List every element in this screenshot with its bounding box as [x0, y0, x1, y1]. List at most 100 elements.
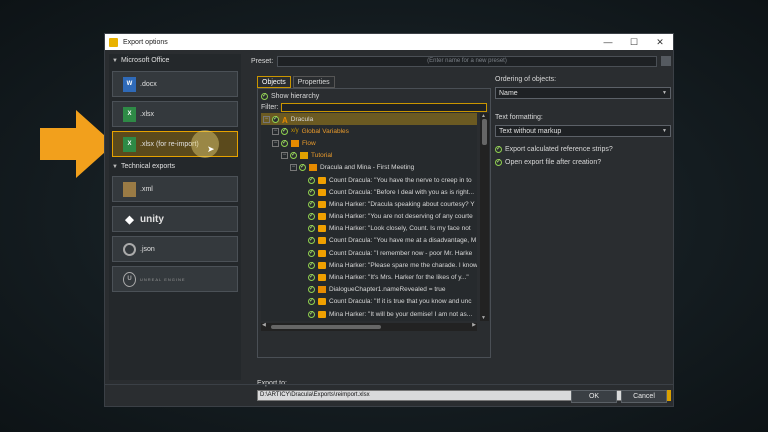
tree-item[interactable]: Mina Harker: "It will be your demise! I … [261, 308, 477, 320]
text-formatting-dropdown[interactable]: Text without markup ▼ [495, 125, 671, 137]
export-docx-button[interactable]: W .docx [112, 71, 238, 97]
checkbox-icon[interactable] [308, 212, 315, 221]
tree-item-label: Mina Harker: "Dracula speaking about cou… [329, 200, 475, 208]
checkbox-icon[interactable] [308, 285, 315, 294]
section-microsoft-office[interactable]: ▼ Microsoft Office [109, 54, 241, 67]
close-button[interactable]: ✕ [647, 37, 673, 48]
checkbox-icon[interactable] [290, 151, 297, 160]
export-unity-button[interactable]: ◆ unity [112, 206, 238, 232]
ordering-label: Ordering of objects: [495, 76, 557, 83]
checkbox-icon[interactable] [308, 200, 315, 208]
export-button-label: .json [140, 245, 155, 253]
word-icon: W [123, 76, 136, 92]
tree-item[interactable]: − x/yGlobal Variables [261, 125, 477, 137]
bubble-icon [318, 298, 326, 306]
checkbox-icon[interactable] [308, 236, 315, 245]
open-after-creation-checkbox[interactable]: Open export file after creation? [495, 156, 671, 169]
minimize-button[interactable]: — [595, 37, 621, 47]
scroll-right-icon[interactable]: ▶ [472, 322, 476, 328]
checkbox-icon[interactable] [308, 249, 315, 257]
window-title: Export options [123, 38, 168, 46]
tree-item-label: Count Dracula: "I remember now - poor Mr… [329, 249, 473, 257]
export-type-panel: ▼ Microsoft Office W .docx X .xlsx X .xl… [109, 54, 241, 380]
tree-item[interactable]: Mina Harker: "Dracula speaking about cou… [261, 198, 477, 210]
formatting-label: Text formatting: [495, 114, 543, 121]
export-xlsx-button[interactable]: X .xlsx [112, 101, 238, 127]
scroll-down-icon[interactable]: ▼ [481, 315, 486, 321]
xml-icon [123, 181, 136, 197]
checkbox-icon[interactable] [272, 115, 279, 123]
bubble-icon [318, 225, 326, 233]
cancel-button[interactable]: Cancel [621, 390, 667, 403]
expand-toggle-icon[interactable]: − [263, 115, 270, 123]
expand-toggle-icon[interactable]: − [272, 127, 279, 135]
save-preset-icon[interactable] [661, 56, 671, 66]
checkbox-icon[interactable] [308, 297, 315, 306]
tree-item[interactable]: Count Dracula: "If it is true that you k… [261, 296, 477, 308]
tree-item[interactable]: Mina Harker: "It's Mrs. Harker for the l… [261, 271, 477, 283]
checkbox-icon[interactable] [281, 127, 288, 135]
tree-item[interactable]: Count Dracula: "You have the nerve to cr… [261, 174, 477, 186]
expand-toggle-icon[interactable]: − [290, 164, 297, 172]
dialog-footer: OK Cancel [105, 384, 673, 406]
checkbox-icon[interactable] [308, 261, 315, 269]
checkbox-icon[interactable] [308, 273, 315, 282]
checkbox-icon[interactable] [308, 224, 315, 233]
dropdown-value: Name [499, 89, 518, 97]
tree-item[interactable]: Count Dracula: "Before I deal with you a… [261, 186, 477, 198]
tree-item[interactable]: DialogueChapter1.nameRevealed = true [261, 284, 477, 296]
bubble-icon [318, 249, 326, 257]
tree-horizontal-scrollbar[interactable]: ◀ ▶ [261, 322, 477, 331]
export-reference-strips-checkbox[interactable]: Export calculated reference strips? [495, 143, 671, 156]
preset-input[interactable]: (Enter name for a new preset) [277, 55, 657, 67]
scroll-thumb[interactable] [482, 119, 487, 145]
tree-item-label: Count Dracula: "Before I deal with you a… [329, 188, 475, 196]
collapse-icon: ▼ [112, 57, 118, 64]
checkbox-icon[interactable] [281, 139, 288, 147]
export-unreal-button[interactable]: U UNREAL ENGINE [112, 266, 238, 292]
tab-properties[interactable]: Properties [292, 76, 335, 88]
bubble-icon [318, 188, 326, 196]
bubble-icon [318, 310, 326, 318]
tree-item[interactable]: − Flow [261, 137, 477, 149]
tree-item-label: Mina Harker: "It will be your demise! I … [329, 310, 473, 318]
tree-vertical-scrollbar[interactable]: ▲ ▼ [480, 113, 489, 321]
checkbox-icon[interactable] [308, 310, 315, 318]
export-xml-button[interactable]: .xml [112, 176, 238, 202]
expand-toggle-icon[interactable]: − [272, 139, 279, 147]
ordering-dropdown[interactable]: Name ▼ [495, 87, 671, 99]
checkbox-icon[interactable] [299, 163, 306, 172]
tree-item[interactable]: Count Dracula: "You have me at a disadva… [261, 235, 477, 247]
tree-item[interactable]: − ADracula [261, 113, 477, 126]
section-technical-exports[interactable]: ▼ Technical exports [109, 160, 178, 173]
tree-item[interactable]: Count Dracula: "I remember now - poor Mr… [261, 247, 477, 259]
tree-item[interactable]: Mina Harker: "Look closely, Count. Is my… [261, 223, 477, 235]
bubble-icon [318, 176, 326, 184]
maximize-button[interactable]: ☐ [621, 37, 647, 48]
tree-item[interactable]: Mina Harker: "You are not deserving of a… [261, 211, 477, 223]
tab-objects[interactable]: Objects [257, 76, 291, 88]
scroll-thumb[interactable] [271, 325, 381, 329]
tree-item-label: Mina Harker: "You are not deserving of a… [329, 213, 473, 221]
tree-item[interactable]: Mina Harker: "Please spare me the charad… [261, 259, 477, 271]
ok-button[interactable]: OK [571, 390, 617, 403]
scroll-left-icon[interactable]: ◀ [262, 322, 266, 328]
objects-panel: Show hierarchy Filter: −ADracula−x/yGlob… [257, 88, 491, 358]
checkbox-icon[interactable] [308, 188, 315, 196]
filter-input[interactable] [280, 103, 487, 112]
expand-toggle-icon[interactable]: − [281, 152, 288, 160]
tree-item[interactable]: − Dracula and Mina - First Meeting [261, 162, 477, 174]
export-json-button[interactable]: .json [112, 236, 238, 262]
section-label: Microsoft Office [120, 57, 170, 64]
checkbox-label: Export calculated reference strips? [505, 146, 613, 153]
instruction-icon [318, 286, 326, 294]
tree-item-label: Count Dracula: "If it is true that you k… [329, 298, 472, 306]
tree-item[interactable]: − Tutorial [261, 150, 477, 162]
export-xlsx-reimport-button[interactable]: X .xlsx (for re-import) [112, 131, 238, 157]
checkbox-icon[interactable] [308, 176, 315, 184]
chevron-down-icon: ▼ [662, 128, 667, 134]
title-bar: Export options — ☐ ✕ [105, 34, 673, 50]
show-hierarchy-checkbox[interactable]: Show hierarchy [258, 91, 490, 102]
tree-item-label: DialogueChapter1.nameRevealed = true [329, 286, 446, 294]
flow-icon [309, 164, 317, 172]
